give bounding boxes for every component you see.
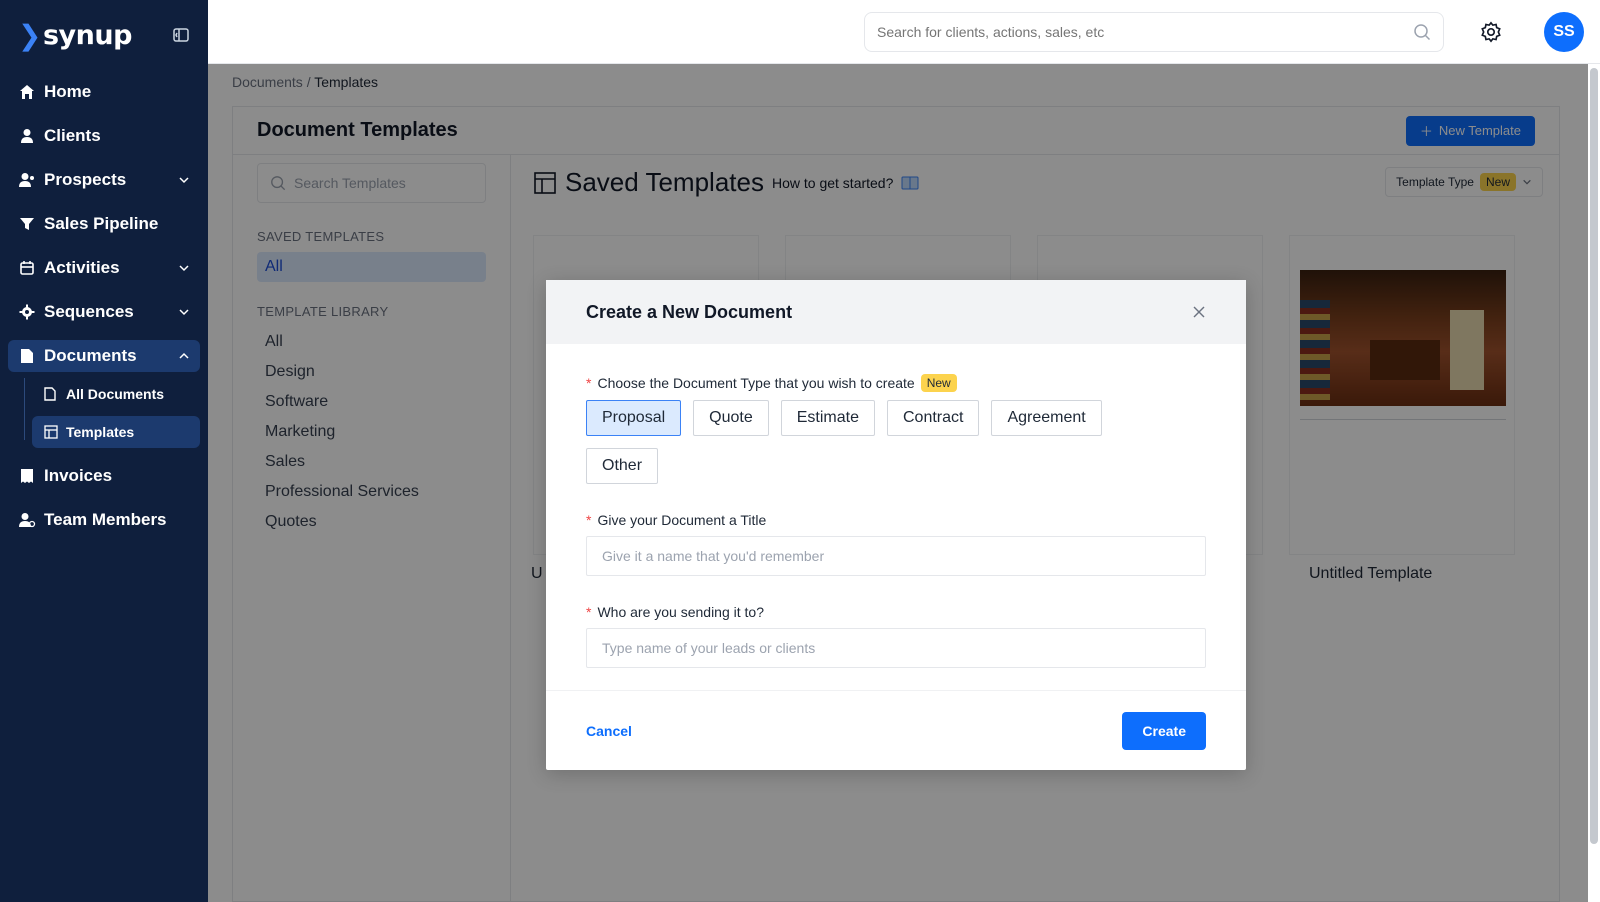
modal-footer: Cancel Create [546,690,1246,770]
sidebar-item-label: Team Members [44,510,167,529]
modal-header: Create a New Document [546,280,1246,344]
document-type-label-text: Choose the Document Type that you wish t… [597,375,915,391]
create-button[interactable]: Create [1122,711,1206,750]
sequences-icon [18,303,36,321]
required-asterisk: * [586,604,592,620]
sidebar-nav-lower: Invoices Team Members [0,454,208,542]
recipient-label-text: Who are you sending it to? [597,604,764,620]
synup-logo[interactable]: ❯ synup [18,19,132,52]
page-scrollbar[interactable] [1588,64,1600,902]
sidebar-item-label: All Documents [66,386,165,402]
sidebar-nav: Home Clients Prospects Sales Pipeline Ac… [0,70,208,372]
type-option-estimate[interactable]: Estimate [780,400,875,436]
collapse-sidebar-icon[interactable] [172,26,190,44]
calendar-icon [18,259,36,277]
avatar[interactable]: SS [1544,12,1584,52]
file-icon [44,387,58,401]
sidebar-item-label: Invoices [44,466,113,485]
scrollbar-thumb[interactable] [1590,68,1598,844]
team-icon [18,511,36,529]
sidebar-item-all-documents[interactable]: All Documents [32,378,200,410]
chevron-down-icon [179,309,189,316]
document-title-label: * Give your Document a Title [586,512,1206,528]
sidebar-item-invoices[interactable]: Invoices [0,454,208,498]
sidebar-item-templates[interactable]: Templates [32,416,200,448]
template-icon [44,425,58,439]
modal-title: Create a New Document [586,301,793,322]
sidebar-item-label: Activities [44,258,120,277]
sidebar-item-team-members[interactable]: Team Members [0,498,208,542]
required-asterisk: * [586,375,592,391]
sidebar-item-clients[interactable]: Clients [0,114,208,158]
sidebar-item-label: Documents [44,346,137,365]
sidebar-item-home[interactable]: Home [0,70,208,114]
type-option-contract[interactable]: Contract [887,400,980,436]
sidebar-item-label: Home [44,82,92,101]
recipient-label: * Who are you sending it to? [586,604,1206,620]
sidebar-item-sales-pipeline[interactable]: Sales Pipeline [0,202,208,246]
prospects-icon [18,171,36,189]
sidebar-item-label: Sequences [44,302,134,321]
invoice-icon [18,467,36,485]
document-icon [18,347,36,365]
type-option-proposal[interactable]: Proposal [586,400,682,436]
type-option-other[interactable]: Other [586,448,659,484]
person-icon [18,127,36,145]
close-icon[interactable] [1192,305,1206,319]
sidebar-item-label: Sales Pipeline [44,214,159,233]
new-badge: New [920,374,957,392]
document-type-options: Proposal Quote Estimate Contract Agreeme… [586,400,1146,484]
logo-text: synup [42,19,132,51]
type-option-quote[interactable]: Quote [693,400,769,436]
chevron-up-icon [179,352,189,359]
document-title-label-text: Give your Document a Title [597,512,767,528]
logo-row: ❯ synup [0,0,208,70]
type-option-agreement[interactable]: Agreement [991,400,1102,436]
modal-body: * Choose the Document Type that you wish… [546,344,1246,668]
sidebar-item-sequences[interactable]: Sequences [0,290,208,334]
logo-chevron-icon: ❯ [18,18,41,52]
sidebar-item-activities[interactable]: Activities [0,246,208,290]
search-icon [1414,24,1431,41]
global-search[interactable] [864,12,1444,52]
top-bar: SS [208,0,1600,64]
sidebar-item-prospects[interactable]: Prospects [0,158,208,202]
sidebar-item-label: Templates [66,424,135,440]
required-asterisk: * [586,512,592,528]
home-icon [18,83,36,101]
sidebar-item-documents[interactable]: Documents [8,340,200,372]
documents-submenu: All Documents Templates [0,378,208,448]
chevron-down-icon [179,265,189,272]
sidebar-item-label: Prospects [44,170,127,189]
sidebar: ❯ synup Home Clients Prospects Sales Pip… [0,0,208,902]
cancel-button[interactable]: Cancel [586,723,632,739]
gear-icon[interactable] [1480,21,1502,43]
sidebar-item-label: Clients [44,126,101,145]
document-type-label: * Choose the Document Type that you wish… [586,374,1206,392]
document-title-input[interactable] [586,536,1206,576]
recipient-input[interactable] [586,628,1206,668]
funnel-icon [18,215,36,233]
chevron-down-icon [179,177,189,184]
create-document-modal: Create a New Document * Choose the Docum… [546,280,1246,770]
global-search-input[interactable] [877,24,1413,40]
